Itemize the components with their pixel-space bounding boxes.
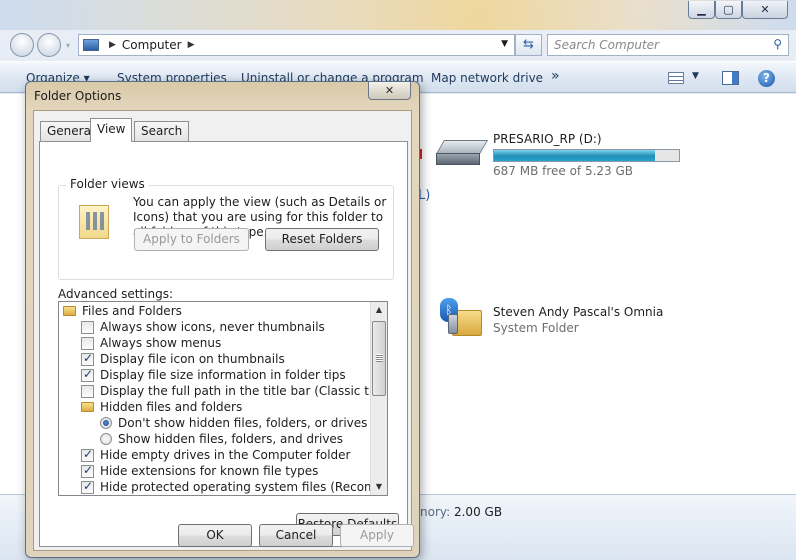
breadcrumb-separator[interactable]: ▶ [188, 40, 195, 50]
cancel-button[interactable]: Cancel [259, 524, 333, 547]
change-view-icon[interactable] [668, 72, 684, 84]
drive-item[interactable]: PRESARIO_RP (D:) 687 MB free of 5.23 GB [435, 130, 738, 190]
address-dropdown-icon[interactable]: ▼ [501, 39, 508, 49]
folder-views-icon [79, 205, 109, 239]
apply-to-folders-button[interactable]: Apply to Folders [134, 228, 249, 251]
reset-folders-button[interactable]: Reset Folders [265, 228, 379, 251]
checkbox[interactable] [81, 463, 94, 478]
settings-option-label: Don't show hidden files, folders, or dri… [118, 416, 368, 430]
checkbox[interactable] [81, 351, 94, 366]
settings-option-label: Show hidden files, folders, and drives [118, 432, 344, 446]
settings-radio-option[interactable]: Don't show hidden files, folders, or dri… [100, 415, 367, 431]
drive-usage-fill [494, 150, 655, 161]
folder-options-dialog: Folder Options ✕ General View Search Fol… [25, 81, 420, 558]
search-placeholder: Search Computer [554, 38, 659, 52]
settings-radio-option[interactable]: Show hidden files, folders, and drives [100, 431, 343, 447]
settings-checkbox-option[interactable]: Display the full path in the title bar (… [81, 383, 387, 399]
help-icon[interactable]: ? [758, 70, 775, 87]
tab-view[interactable]: View [90, 118, 133, 142]
settings-option-label: Hidden files and folders [100, 400, 243, 414]
address-bar[interactable]: ▶ Computer ▶ ▼ [78, 34, 515, 56]
view-tab-panel: Folder views You can apply the view (suc… [39, 141, 408, 547]
dialog-body: General View Search Folder views You can… [33, 110, 414, 551]
apply-button[interactable]: Apply [340, 524, 414, 547]
settings-option-label: Always show menus [100, 336, 222, 350]
advanced-settings-list[interactable]: Hide protected operating system files (R… [58, 301, 388, 496]
bluetooth-phone-icon: ᛒ [438, 296, 482, 340]
close-button[interactable]: ✕ [742, 1, 788, 19]
maximize-button[interactable]: ▢ [715, 1, 742, 19]
memory-info: nory: 2.00 GB [420, 505, 502, 519]
settings-category: Hidden files and folders [81, 399, 242, 415]
device-type: System Folder [493, 321, 579, 335]
advanced-settings-label: Advanced settings: [58, 287, 173, 301]
folder-icon [81, 402, 94, 412]
checkbox[interactable] [81, 479, 94, 494]
back-button[interactable] [10, 33, 34, 57]
memory-value: 2.00 GB [453, 505, 503, 519]
hard-drive-icon [435, 140, 489, 166]
settings-checkbox-option[interactable]: Always show icons, never thumbnails [81, 319, 325, 335]
scroll-down-icon[interactable]: ▼ [371, 479, 387, 495]
settings-checkbox-option[interactable]: Hide protected operating system files (R… [81, 479, 387, 495]
checkbox[interactable] [81, 320, 94, 334]
settings-option-label: Hide empty drives in the Computer folder [100, 448, 351, 462]
settings-option-label: Hide protected operating system files (R… [100, 480, 387, 494]
checkbox[interactable] [81, 367, 94, 382]
preview-pane-icon[interactable] [722, 71, 739, 85]
memory-label: nory: [420, 505, 451, 519]
breadcrumb-separator[interactable]: ▶ [109, 40, 116, 50]
search-input[interactable]: Search Computer ⚲ [547, 34, 789, 56]
settings-checkbox-option[interactable]: Display file size information in folder … [81, 367, 346, 383]
drive-usage-bar [493, 149, 680, 162]
refresh-button[interactable]: ⇆ [515, 34, 542, 56]
settings-option-label: Display file icon on thumbnails [100, 352, 285, 366]
settings-option-label: Display file size information in folder … [100, 368, 346, 382]
settings-option-label: Hide extensions for known file types [100, 464, 319, 478]
device-name: Steven Andy Pascal's Omnia [493, 305, 664, 319]
radio-button[interactable] [100, 433, 112, 445]
radio-button[interactable] [100, 417, 112, 429]
settings-checkbox-option[interactable]: Always show menus [81, 335, 221, 351]
map-network-drive-button[interactable]: Map network drive [431, 71, 543, 85]
dialog-title: Folder Options [34, 89, 122, 103]
drive-free-space: 687 MB free of 5.23 GB [493, 164, 634, 178]
checkbox[interactable] [81, 384, 94, 398]
settings-category: Files and Folders [63, 303, 182, 319]
drive-name: PRESARIO_RP (D:) [493, 132, 602, 146]
computer-icon [83, 39, 99, 51]
settings-option-label: Files and Folders [82, 304, 182, 318]
checkbox[interactable] [81, 447, 94, 462]
scroll-thumb[interactable] [372, 321, 386, 396]
tab-search[interactable]: Search [134, 121, 190, 141]
breadcrumb-computer[interactable]: Computer [122, 38, 182, 52]
settings-option-label: Display the full path in the title bar (… [100, 384, 387, 398]
dialog-close-button[interactable]: ✕ [368, 82, 411, 100]
view-dropdown-icon[interactable]: ▼ [692, 71, 699, 81]
settings-checkbox-option[interactable]: Display file icon on thumbnails [81, 351, 285, 367]
settings-checkbox-option[interactable]: Hide empty drives in the Computer folder [81, 447, 350, 463]
minimize-button[interactable]: ▁ [688, 1, 715, 19]
settings-checkbox-option[interactable]: Hide extensions for known file types [81, 463, 318, 479]
explorer-titlebar [0, 0, 796, 30]
folder-views-title: Folder views [66, 177, 149, 191]
recent-pages-dropdown[interactable]: ▾ [66, 41, 74, 50]
device-item[interactable]: ᛒ Steven Andy Pascal's Omnia System Fold… [438, 296, 758, 346]
more-commands-button[interactable]: » [551, 68, 560, 84]
advanced-settings-scrollbar[interactable]: ▲ ▼ [370, 302, 387, 495]
search-icon[interactable]: ⚲ [773, 37, 782, 51]
ok-button[interactable]: OK [178, 524, 252, 547]
address-row: ▾ ▶ Computer ▶ ▼ ⇆ Search Computer ⚲ [0, 30, 796, 60]
settings-option-label: Always show icons, never thumbnails [100, 320, 325, 334]
scroll-up-icon[interactable]: ▲ [371, 302, 387, 318]
checkbox[interactable] [81, 336, 94, 350]
forward-button[interactable] [37, 33, 61, 57]
folder-icon [63, 306, 76, 316]
